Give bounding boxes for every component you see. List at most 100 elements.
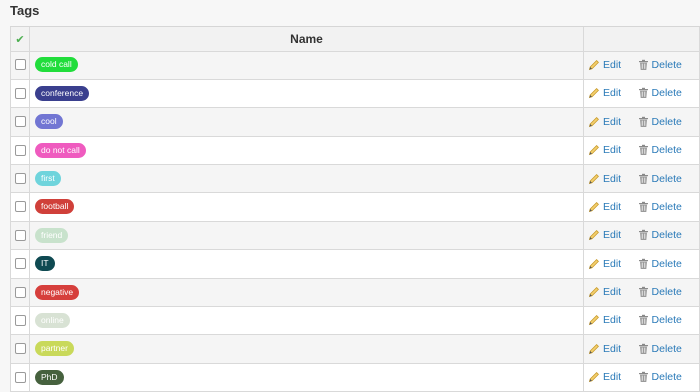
delete-button[interactable]: Delete xyxy=(638,116,682,128)
row-checkbox[interactable] xyxy=(14,87,26,99)
row-select-cell xyxy=(10,278,30,308)
trash-icon xyxy=(638,286,648,298)
edit-button[interactable]: Edit xyxy=(588,343,621,355)
delete-button[interactable]: Delete xyxy=(638,371,682,383)
edit-button[interactable]: Edit xyxy=(588,87,621,99)
row-checkbox[interactable] xyxy=(14,286,26,298)
table-row: conference Edit Delete xyxy=(10,79,700,109)
edit-button[interactable]: Edit xyxy=(588,371,621,383)
row-actions-cell: Edit Delete xyxy=(583,249,700,279)
trash-icon xyxy=(638,372,648,383)
trash-icon xyxy=(638,230,648,241)
tag-badge[interactable]: cool xyxy=(35,114,63,130)
row-select-cell xyxy=(10,164,30,194)
edit-button[interactable]: Edit xyxy=(588,144,621,156)
pencil-icon xyxy=(588,287,599,298)
row-select-cell xyxy=(10,221,30,251)
tag-name-cell: cold call xyxy=(29,51,584,80)
tag-badge[interactable]: PhD xyxy=(35,369,64,385)
trash-icon xyxy=(638,201,648,212)
edit-label: Edit xyxy=(603,87,622,100)
trash-icon xyxy=(638,173,648,184)
trash-icon xyxy=(638,144,648,156)
pencil-icon xyxy=(588,258,599,269)
row-actions-cell: Edit Delete xyxy=(583,136,700,166)
tag-name-cell: do not call xyxy=(29,136,584,166)
edit-label: Edit xyxy=(603,172,622,185)
trash-icon xyxy=(638,116,648,127)
delete-label: Delete xyxy=(651,229,682,242)
row-checkbox[interactable] xyxy=(14,371,26,383)
tag-badge[interactable]: do not call xyxy=(35,142,86,158)
edit-button[interactable]: Edit xyxy=(588,59,621,71)
delete-button[interactable]: Delete xyxy=(638,59,682,71)
row-checkbox[interactable] xyxy=(14,258,26,270)
delete-button[interactable]: Delete xyxy=(638,258,682,270)
tag-badge[interactable]: partner xyxy=(35,341,74,357)
row-checkbox[interactable] xyxy=(14,343,26,355)
edit-label: Edit xyxy=(603,144,622,157)
pencil-icon xyxy=(588,59,599,71)
trash-icon xyxy=(638,343,648,354)
tag-name-cell: partner xyxy=(29,334,584,364)
edit-button[interactable]: Edit xyxy=(588,173,621,185)
row-checkbox[interactable] xyxy=(14,144,26,156)
delete-button[interactable]: Delete xyxy=(638,343,682,355)
tag-badge[interactable]: first xyxy=(35,171,61,187)
edit-button[interactable]: Edit xyxy=(588,314,621,326)
tag-name-cell: online xyxy=(29,306,584,336)
delete-button[interactable]: Delete xyxy=(638,314,682,326)
delete-button[interactable]: Delete xyxy=(638,286,682,298)
table-body: cold call Edit Delete conference Edit De… xyxy=(10,51,700,392)
edit-label: Edit xyxy=(603,257,622,270)
page-title: Tags xyxy=(10,3,40,18)
tag-badge[interactable]: cold call xyxy=(35,57,78,73)
edit-button[interactable]: Edit xyxy=(588,286,621,298)
row-checkbox[interactable] xyxy=(14,314,26,326)
table-row: cold call Edit Delete xyxy=(10,51,700,80)
edit-button[interactable]: Edit xyxy=(588,116,621,128)
edit-label: Edit xyxy=(603,115,622,128)
tag-badge[interactable]: online xyxy=(35,312,70,328)
edit-button[interactable]: Edit xyxy=(588,201,621,213)
delete-button[interactable]: Delete xyxy=(638,173,682,185)
delete-button[interactable]: Delete xyxy=(638,229,682,241)
delete-label: Delete xyxy=(651,314,682,327)
edit-label: Edit xyxy=(603,342,622,355)
tag-badge[interactable]: friend xyxy=(35,227,69,243)
checkmark-icon[interactable]: ✔ xyxy=(15,34,24,46)
select-all-header[interactable]: ✔ xyxy=(10,27,30,52)
table-row: first Edit Delete xyxy=(10,164,700,194)
row-checkbox[interactable] xyxy=(14,173,26,185)
row-checkbox[interactable] xyxy=(14,116,26,128)
table-row: friend Edit Delete xyxy=(10,221,700,251)
table-row: online Edit Delete xyxy=(10,306,700,336)
tag-badge[interactable]: conference xyxy=(35,85,90,101)
row-select-cell xyxy=(10,192,30,222)
row-checkbox[interactable] xyxy=(14,229,26,241)
tag-badge[interactable]: IT xyxy=(35,256,55,272)
pencil-icon xyxy=(588,173,599,184)
row-actions-cell: Edit Delete xyxy=(583,192,700,222)
delete-button[interactable]: Delete xyxy=(638,201,682,213)
edit-button[interactable]: Edit xyxy=(588,229,621,241)
edit-label: Edit xyxy=(603,314,622,327)
delete-label: Delete xyxy=(651,115,682,128)
table-row: negative Edit Delete xyxy=(10,278,700,308)
row-select-cell xyxy=(10,51,30,80)
table-header: ✔ Name xyxy=(10,27,700,52)
tag-badge[interactable]: negative xyxy=(35,284,80,300)
row-actions-cell: Edit Delete xyxy=(583,79,700,109)
tag-name-cell: first xyxy=(29,164,584,194)
row-checkbox[interactable] xyxy=(14,59,26,71)
edit-button[interactable]: Edit xyxy=(588,258,621,270)
table-row: IT Edit Delete xyxy=(10,249,700,279)
delete-button[interactable]: Delete xyxy=(638,87,682,99)
row-checkbox[interactable] xyxy=(14,201,26,213)
tag-badge[interactable]: football xyxy=(35,199,75,215)
delete-button[interactable]: Delete xyxy=(638,144,682,156)
column-header-name[interactable]: Name xyxy=(29,27,584,52)
pencil-icon xyxy=(588,116,599,127)
tag-name-cell: friend xyxy=(29,221,584,251)
row-select-cell xyxy=(10,306,30,336)
